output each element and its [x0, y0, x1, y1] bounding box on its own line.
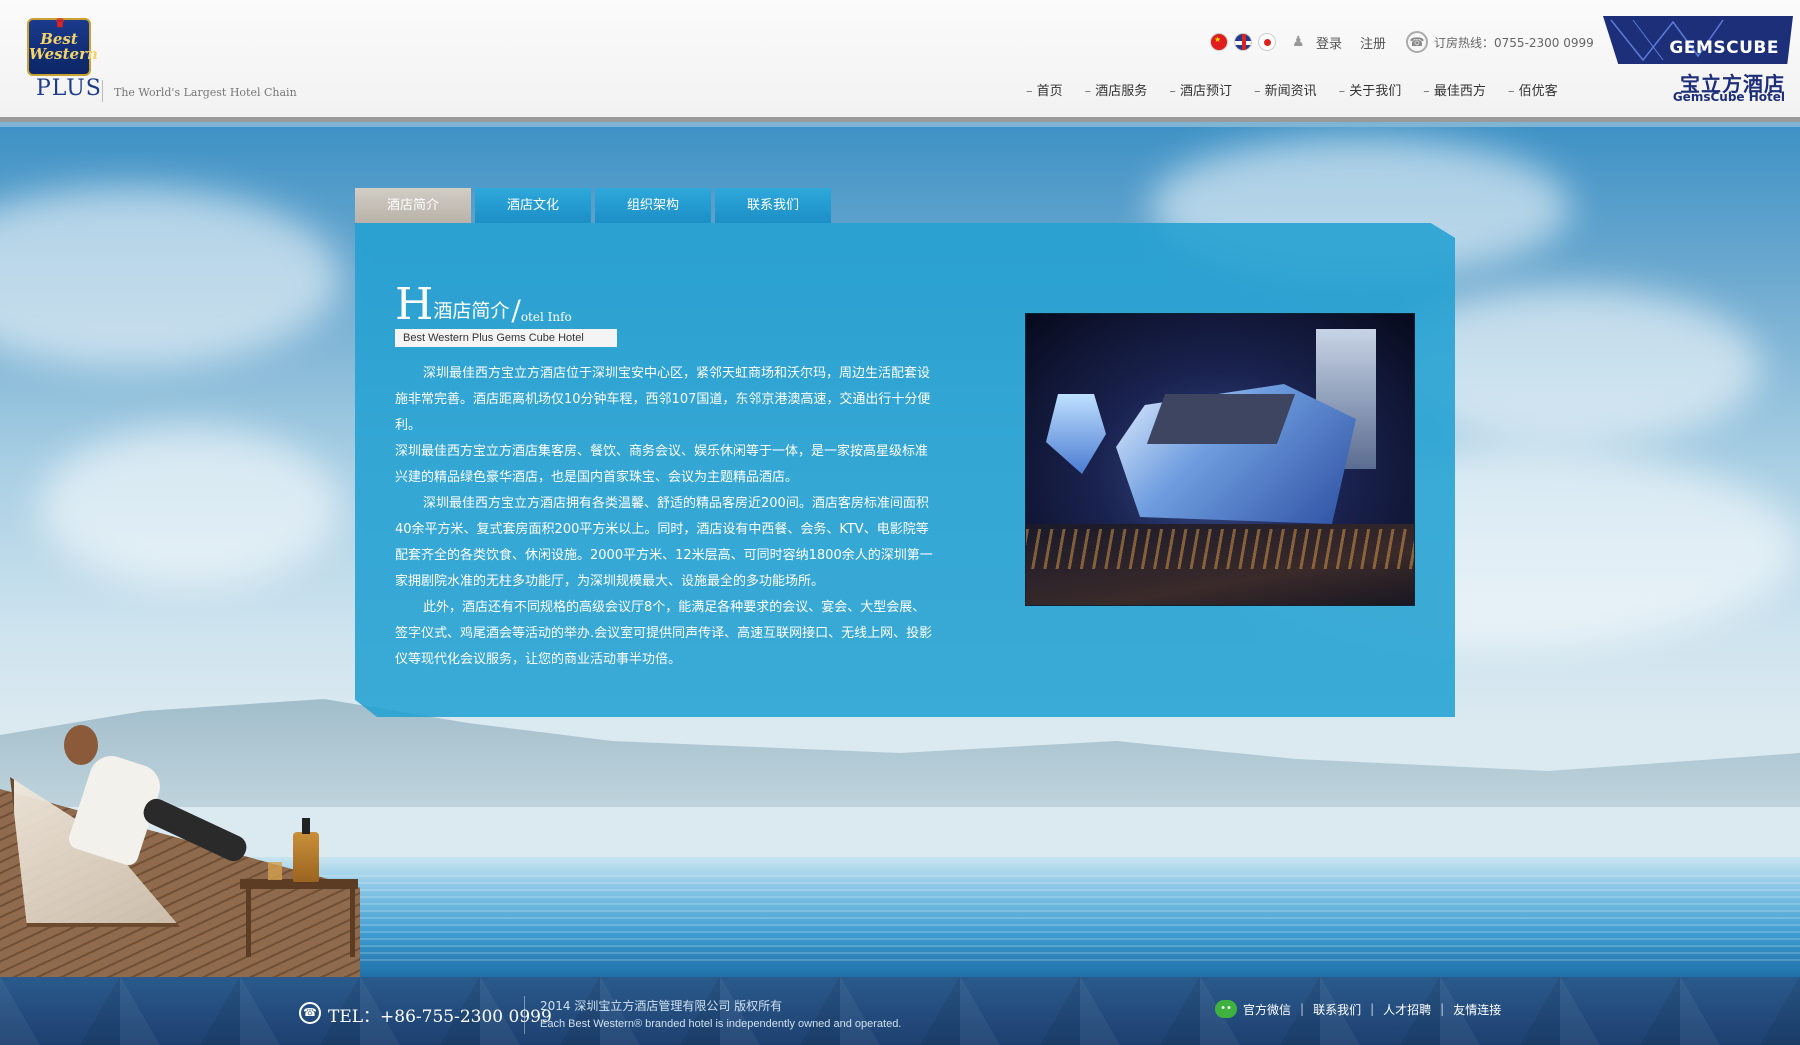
nav-home[interactable]: 首页 — [1026, 80, 1063, 99]
japan-flag-icon[interactable] — [1258, 33, 1276, 51]
footer-links: •• 官方微信 | 联系我们 | 人才招聘 | 友情连接 — [1215, 1000, 1501, 1018]
tab-organization[interactable]: 组织架构 — [595, 188, 711, 223]
footer-separator: | — [1370, 1002, 1375, 1016]
logo-divider — [102, 80, 103, 102]
crown-icon: ♛ — [54, 16, 66, 30]
intro-paragraph: 深圳最佳西方宝立方酒店拥有各类温馨、舒适的精品客房近200间。酒店客房标准间面积… — [395, 496, 933, 589]
logo-text: Best Western — [29, 30, 98, 63]
hotline-text: 订房热线：0755-2300 0999 — [1434, 35, 1594, 50]
footer-divider — [524, 996, 525, 1034]
site-header: ♛ Best Western PLUS The World's Largest … — [0, 0, 1800, 122]
nav-news[interactable]: 新闻资讯 — [1254, 80, 1317, 99]
content-panel: H酒店简介/otel Info Best Western Plus Gems C… — [355, 223, 1455, 717]
gemscube-banner: GEMSCUBE — [1603, 16, 1793, 64]
disclaimer-text: Each Best Western® branded hotel is inde… — [540, 1018, 902, 1030]
phone-icon: ☎ — [299, 1002, 321, 1024]
nav-about-us[interactable]: 关于我们 — [1339, 80, 1401, 99]
footer-link-contact[interactable]: 联系我们 — [1313, 1001, 1361, 1018]
gemscube-logo[interactable]: GEMSCUBE 宝立方酒店 GemsCube Hotel — [1603, 16, 1793, 106]
best-western-logo[interactable]: ♛ Best Western — [27, 16, 98, 76]
uk-flag-icon[interactable] — [1234, 33, 1252, 51]
title-cn: 酒店简介 — [433, 300, 510, 322]
hotel-night-photo — [1025, 313, 1415, 606]
whisky-bottle — [293, 818, 319, 882]
logo-plus: PLUS — [36, 76, 102, 101]
main-nav: 首页 酒店服务 酒店预订 新闻资讯 关于我们 最佳西方 佰优客 — [1026, 80, 1580, 99]
hotel-name-label: Best Western Plus Gems Cube Hotel — [395, 329, 617, 347]
phone-icon: ☎ — [1406, 31, 1429, 53]
hotel-intro-text: 深圳最佳西方宝立方酒店位于深圳宝安中心区，紧邻天虹商场和沃尔玛，周边生活配套设施… — [395, 361, 935, 673]
footer-link-wechat[interactable]: 官方微信 — [1243, 1001, 1291, 1018]
tab-contact-us[interactable]: 联系我们 — [715, 188, 831, 223]
wechat-icon[interactable]: •• — [1215, 1000, 1237, 1018]
tab-hotel-culture[interactable]: 酒店文化 — [475, 188, 591, 223]
footer-separator: | — [1440, 1002, 1445, 1016]
content-tabs: 酒店简介 酒店文化 组织架构 联系我们 — [355, 188, 835, 223]
title-en: otel Info — [520, 310, 572, 324]
gemscube-en-name: GemsCube Hotel — [1672, 90, 1785, 104]
copyright-text: 2014 深圳宝立方酒店管理有限公司 版权所有 — [540, 999, 783, 1013]
footer-separator: | — [1300, 1002, 1305, 1016]
nav-best-western[interactable]: 最佳西方 — [1423, 80, 1486, 99]
nav-hotel-booking[interactable]: 酒店预订 — [1169, 80, 1232, 99]
footer-tel: TEL：+86-755-2300 0999 — [328, 1007, 552, 1027]
title-initial: H — [395, 279, 434, 330]
footer-link-careers[interactable]: 人才招聘 — [1383, 1001, 1431, 1018]
register-link[interactable]: 注册 — [1360, 33, 1386, 52]
login-link[interactable]: 登录 — [1316, 33, 1342, 52]
footer-link-friends[interactable]: 友情连接 — [1453, 1001, 1501, 1018]
site-footer — [0, 977, 1800, 1045]
title-slash: / — [511, 294, 521, 327]
gemscube-word: GEMSCUBE — [1669, 38, 1779, 58]
tab-hotel-intro[interactable]: 酒店简介 — [355, 188, 471, 223]
user-icon: ♟ — [1292, 34, 1305, 50]
tagline: The World's Largest Hotel Chain — [114, 86, 297, 99]
intro-paragraph: 深圳最佳西方宝立方酒店位于深圳宝安中心区，紧邻天虹商场和沃尔玛，周边生活配套设施… — [395, 366, 931, 433]
nav-hotel-services[interactable]: 酒店服务 — [1085, 80, 1147, 99]
top-utility-bar: ♟ 登录 注册 ☎ 订房热线：0755-2300 0999 — [1210, 31, 1594, 53]
intro-paragraph: 此外，酒店还有不同规格的高级会议厅8个，能满足各种要求的会议、宴会、大型会展、签… — [395, 600, 933, 667]
nav-baiyouke[interactable]: 佰优客 — [1508, 80, 1558, 99]
panel-title: H酒店简介/otel Info — [395, 279, 572, 330]
china-flag-icon[interactable] — [1210, 33, 1228, 51]
intro-paragraph: 深圳最佳西方宝立方酒店集客房、餐饮、商务会议、娱乐休闲等于一体，是一家按高星级标… — [395, 444, 929, 485]
